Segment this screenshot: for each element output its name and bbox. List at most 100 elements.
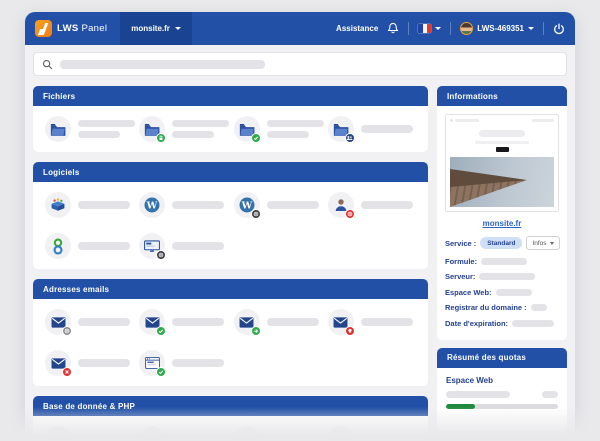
service-tile[interactable] [139,116,227,142]
value-skeleton [512,320,554,327]
site-link[interactable]: monsite.fr [445,219,559,228]
svg-text:W: W [240,200,252,211]
chevron-down-icon [435,27,441,30]
service-tile[interactable] [139,350,227,376]
skeleton-lines [172,120,227,138]
preview-header [450,119,554,122]
status-badge [62,326,72,336]
quotas-card: Résumé des quotas Espace Web [437,348,567,431]
service-tile[interactable] [328,309,416,335]
skeleton-line [172,120,229,127]
service-tile[interactable]: W [139,192,227,218]
site-preview-thumbnail[interactable] [445,114,559,212]
brand-text: LWS Panel [57,23,107,34]
skeleton-line [172,318,224,326]
service-row: Service : Standard Infos [445,236,559,250]
service-tile[interactable] [139,309,227,335]
skeleton-line [267,435,319,441]
placeholder-icon [139,426,165,441]
service-tile[interactable] [45,350,133,376]
skeleton-lines [361,125,413,133]
quotas-body: Espace Web [437,368,567,431]
language-selector[interactable] [418,24,441,33]
skeleton-line [361,201,413,209]
service-tile[interactable] [45,233,133,259]
content-columns: FichiersLogicielsWWAdresses emailsBase d… [33,86,567,441]
skeleton-lines [361,318,413,326]
folder-icon [45,116,71,142]
power-icon[interactable] [553,23,565,35]
service-tile[interactable] [328,192,416,218]
service-tile[interactable] [234,309,322,335]
status-badge [251,209,261,219]
info-row: Espace Web: [445,288,559,297]
body-area: FichiersLogicielsWWAdresses emailsBase d… [25,45,575,441]
topbar-divider [543,22,544,35]
infos-button[interactable]: Infos [526,236,559,250]
search-placeholder-skeleton [60,60,265,69]
info-label: Serveur: [445,272,475,281]
service-tile[interactable] [139,426,227,441]
preview-cta-button [496,147,509,153]
skeleton-lines [267,435,319,441]
service-tile[interactable] [45,116,133,142]
section-body-bdd-php [33,416,428,441]
account-menu[interactable]: LWS-469351 [460,22,534,35]
skeleton-line [361,435,413,441]
section-logiciels: Logiciels W W [33,162,428,269]
skeleton-lines [78,359,130,367]
section-header-bdd-php: Base de donnée & PHP [33,396,428,416]
status-badge [251,326,261,336]
service-tile[interactable] [328,116,416,142]
search-input[interactable] [33,52,567,76]
preview-skeleton [532,119,554,122]
wordpress-icon: W [139,192,165,218]
info-row: Registrar du domaine : [445,303,559,312]
quota-progress-track [446,404,558,409]
site-selector[interactable]: monsite.fr [120,12,192,45]
service-tile[interactable] [234,426,322,441]
service-tile[interactable] [139,233,227,259]
sitebuilder-icon [45,233,71,259]
informations-card: Informations [437,86,567,340]
topbar-right: Assistance LWS-469351 [336,22,565,35]
status-badge [251,133,261,143]
skeleton-lines [361,201,413,209]
info-row: Formule: [445,257,559,266]
section-body-adresses-emails [33,299,428,386]
preview-skeleton [479,130,525,137]
info-label: Espace Web: [445,288,492,297]
lws-logo-icon [35,20,52,37]
section-title: Adresses emails [43,285,109,294]
service-tile[interactable] [45,309,133,335]
skeleton-line [172,435,224,441]
sections-root: FichiersLogicielsWWAdresses emailsBase d… [33,86,428,441]
skeleton-line [78,120,135,127]
skeleton-lines [267,318,319,326]
informations-header: Informations [437,86,567,106]
topbar-divider [408,22,409,35]
bell-icon[interactable] [387,22,399,35]
skeleton-lines [172,435,224,441]
info-row: Serveur: [445,272,559,281]
skeleton-line [446,391,510,398]
service-tile[interactable] [45,426,133,441]
skeleton-line [78,131,120,138]
service-tile[interactable] [234,116,322,142]
folder-lock-icon [139,116,165,142]
service-tile[interactable] [328,426,416,441]
skeleton-lines [172,201,224,209]
service-badge: Standard [480,237,522,249]
site-preview-icon [139,233,165,259]
placeholder-icon [328,426,354,441]
account-id: LWS-469351 [477,24,524,33]
service-tile[interactable]: W [234,192,322,218]
lws-panel-logo[interactable]: LWS Panel [35,20,107,37]
section-header-adresses-emails: Adresses emails [33,279,428,299]
section-title: Logiciels [43,168,79,177]
info-label: Formule: [445,257,477,266]
value-skeleton [479,273,535,280]
assistance-link[interactable]: Assistance [336,24,378,33]
french-flag-icon [418,24,431,33]
service-tile[interactable] [45,192,133,218]
